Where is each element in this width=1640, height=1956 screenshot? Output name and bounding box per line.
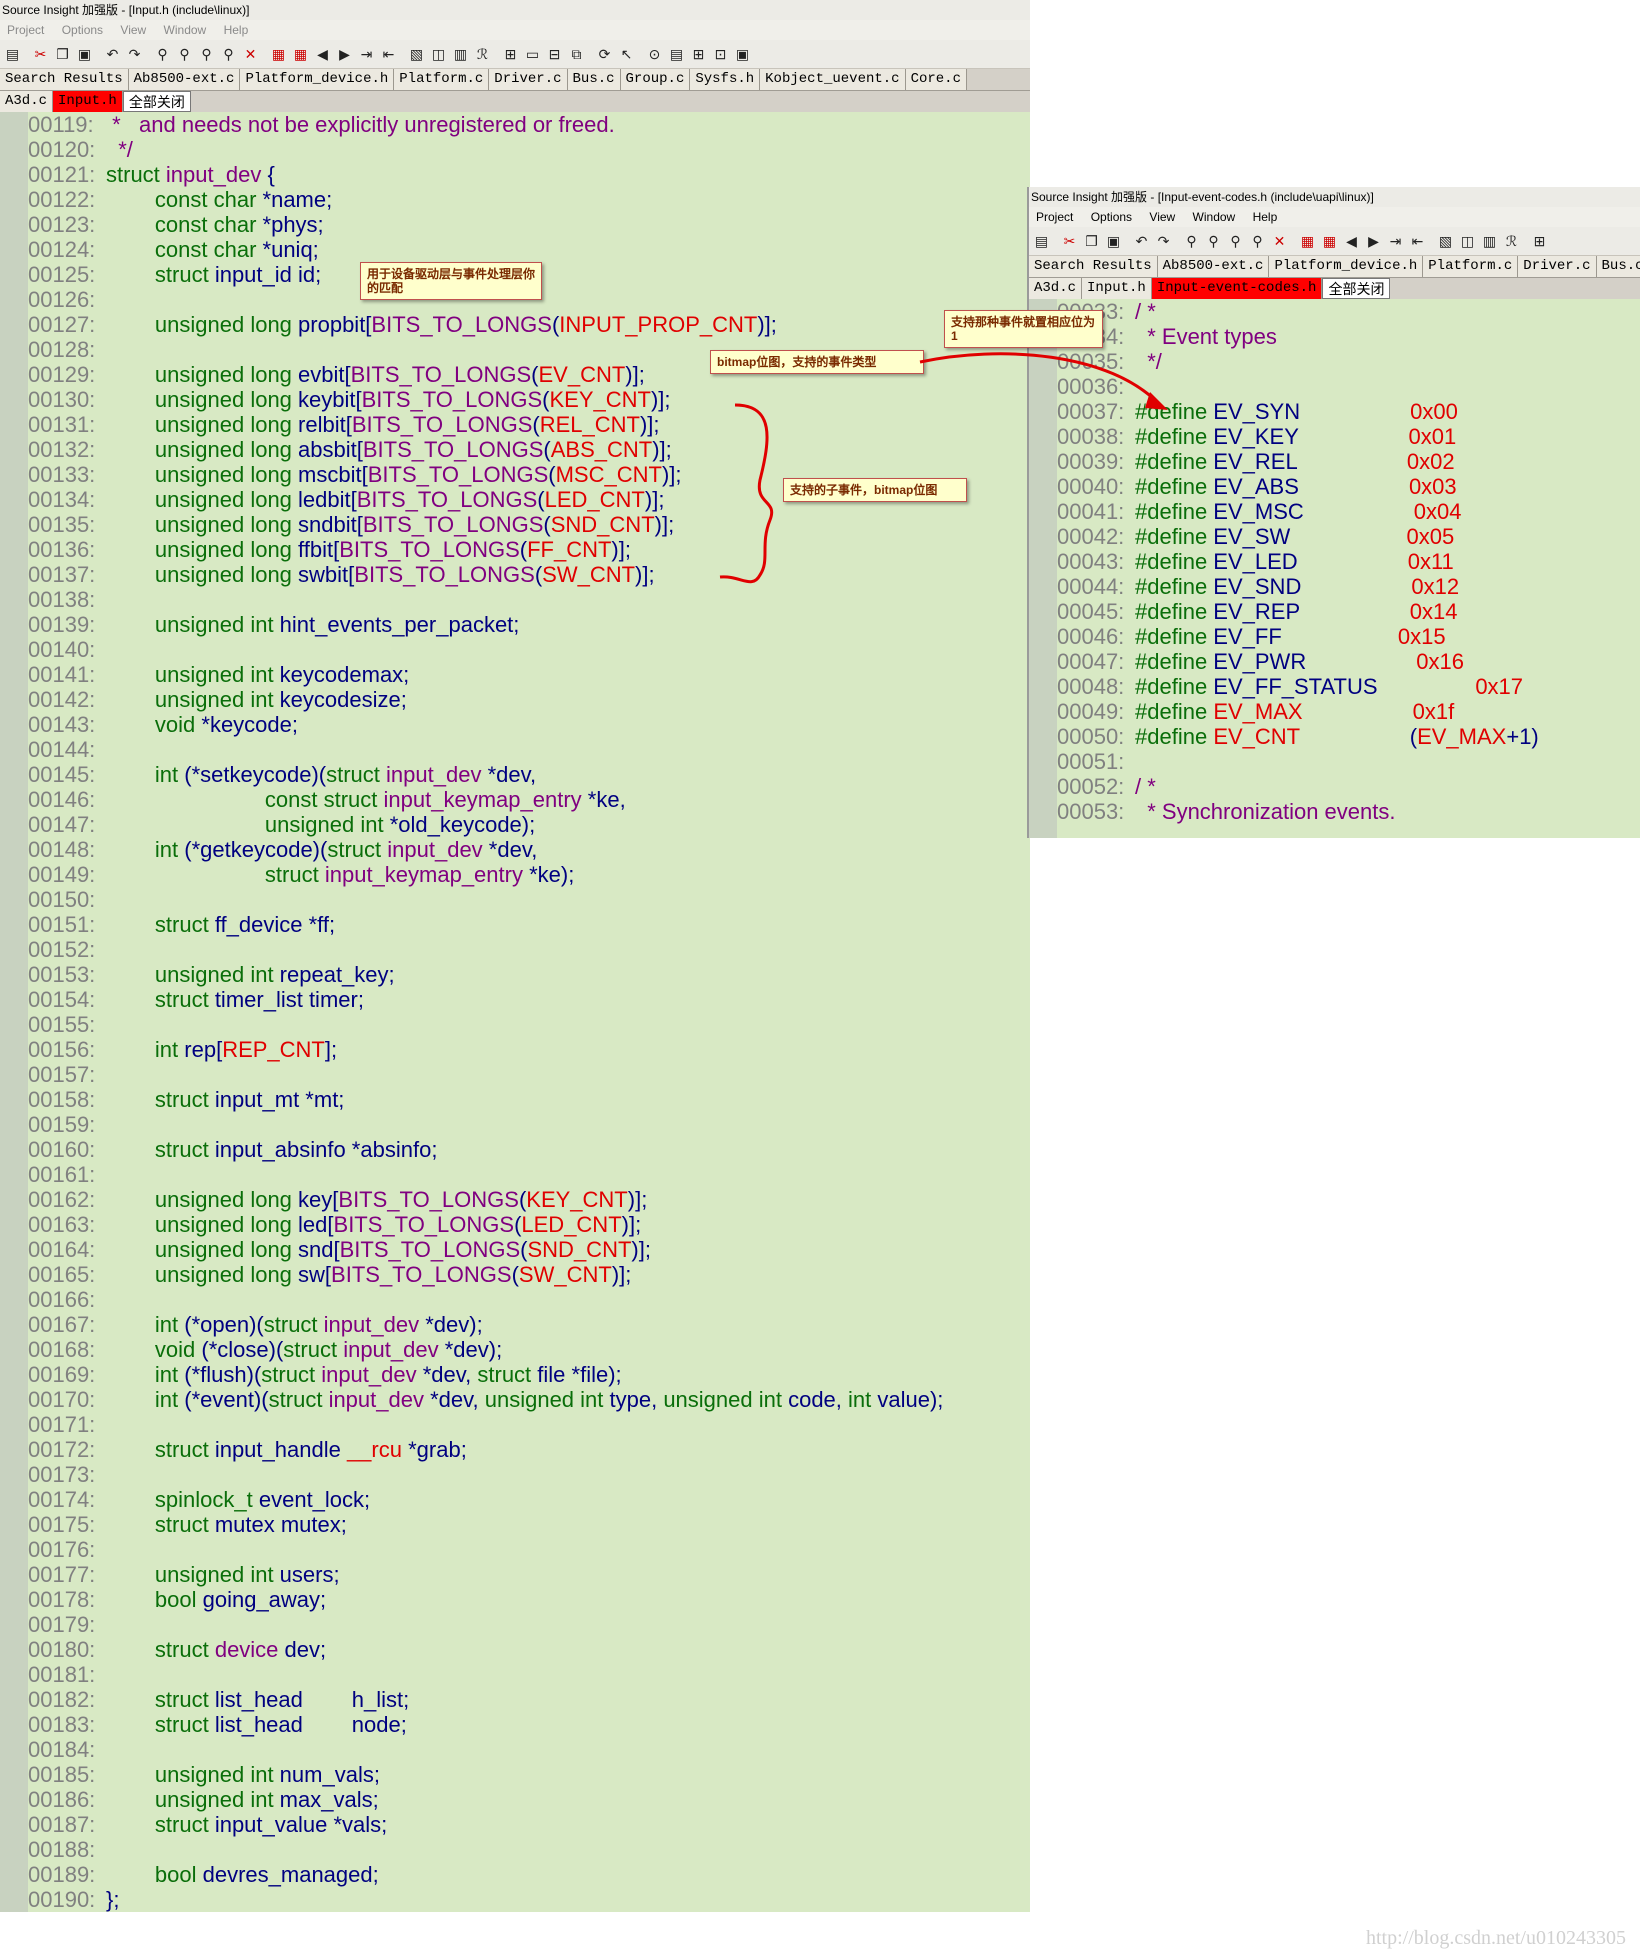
watermark: http://blog.csdn.net/u010243305 bbox=[1366, 1927, 1626, 1949]
bracket-curve bbox=[719, 403, 774, 584]
annotation-arrows bbox=[719, 352, 1168, 584]
arrow-to-syn bbox=[919, 352, 1162, 407]
